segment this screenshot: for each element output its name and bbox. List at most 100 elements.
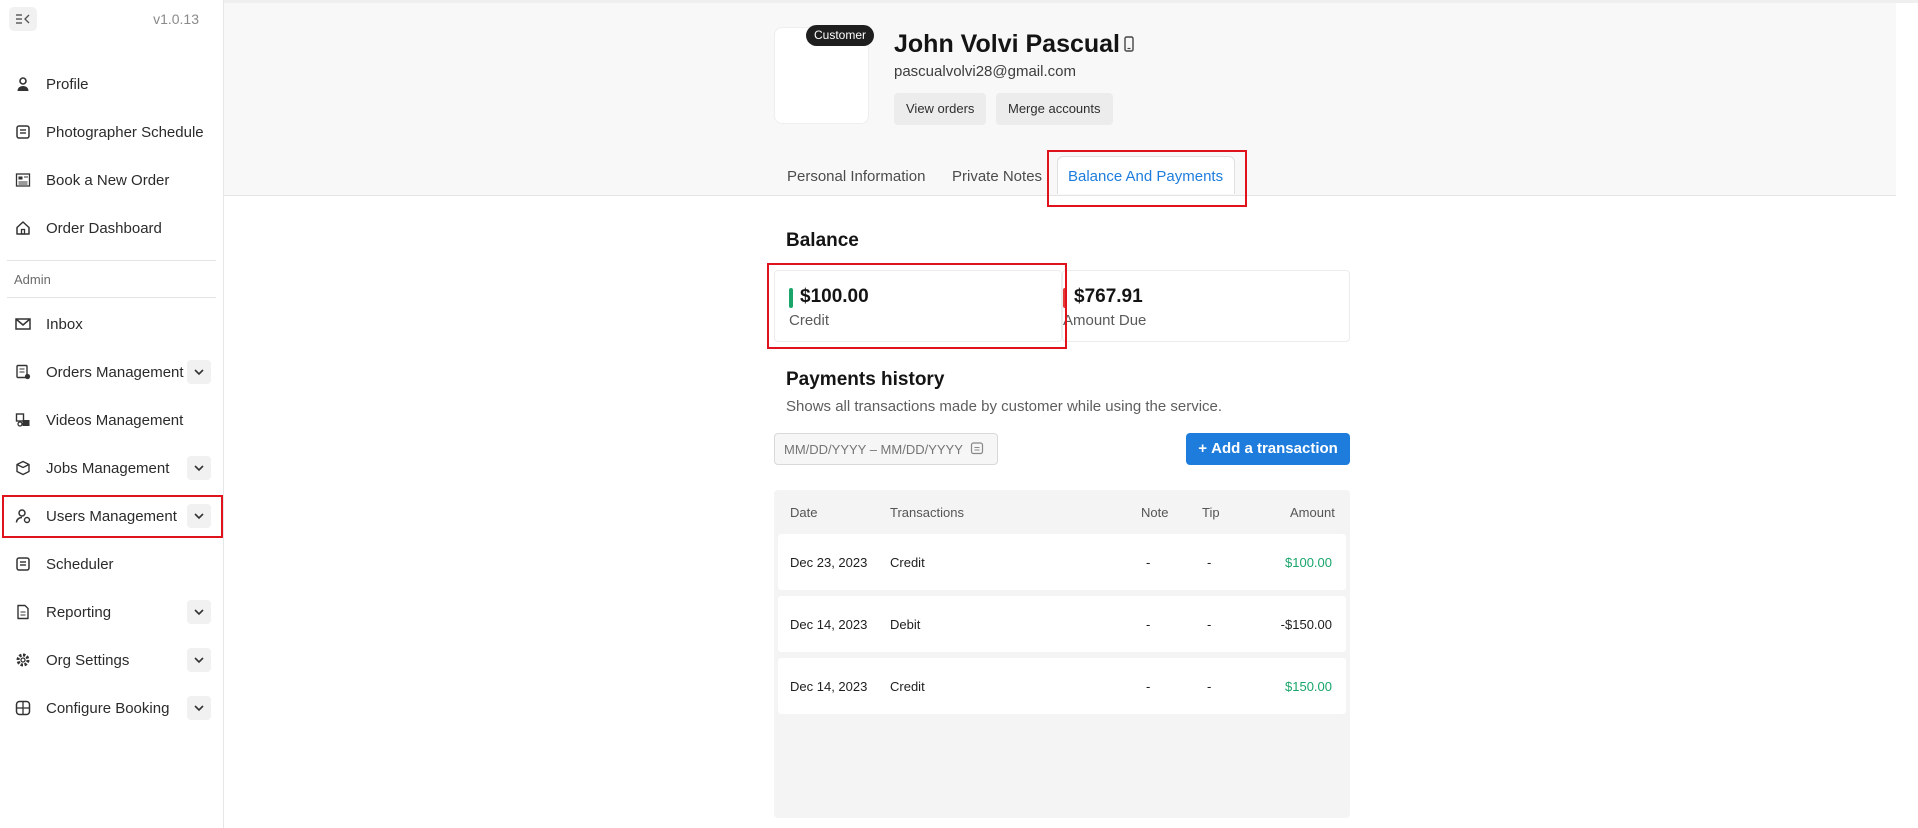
sidebar-divider — [7, 297, 216, 298]
merge-accounts-button[interactable]: Merge accounts — [996, 93, 1113, 125]
sidebar-item-label: Jobs Management — [46, 459, 170, 477]
sidebar-nav-top: Profile Photographer Schedule Book a New… — [0, 60, 223, 252]
grid-icon — [14, 699, 32, 717]
calendar-list-icon — [14, 123, 32, 141]
row-tip: - — [1207, 555, 1212, 570]
mobile-phone-icon — [1124, 36, 1134, 57]
row-amount: -$150.00 — [1280, 617, 1332, 632]
column-header-note: Note — [1141, 505, 1169, 520]
sidebar-nav-admin: Inbox Orders Management Videos Managemen… — [0, 300, 223, 732]
balance-heading: Balance — [786, 230, 859, 251]
video-icon — [14, 411, 32, 429]
top-edge — [224, 0, 1918, 3]
order-form-icon — [14, 171, 32, 189]
sidebar-item-label: Orders Management — [46, 363, 184, 381]
main-content: Customer John Volvi Pascual pascualvolvi… — [224, 0, 1918, 828]
customer-name: John Volvi Pascual — [894, 30, 1121, 58]
sidebar-item-label: Book a New Order — [46, 171, 170, 189]
payments-history-subtitle: Shows all transactions made by customer … — [786, 398, 1223, 415]
row-note: - — [1146, 555, 1151, 570]
column-header-tip: Tip — [1202, 505, 1220, 520]
report-icon — [14, 603, 32, 621]
chevron-down-icon[interactable] — [187, 648, 211, 672]
sidebar-item-label: Inbox — [46, 315, 83, 333]
column-header-transactions: Transactions — [890, 505, 964, 520]
app-version: v1.0.13 — [153, 11, 199, 27]
orders-icon — [14, 363, 32, 381]
balance-tab-highlight — [1047, 150, 1247, 207]
table-row[interactable]: Dec 14, 2023 Debit - - -$150.00 — [778, 596, 1346, 652]
chevron-down-icon[interactable] — [187, 600, 211, 624]
sidebar-item-inbox[interactable]: Inbox — [0, 300, 223, 348]
credit-highlight — [767, 263, 1067, 349]
date-range-input[interactable] — [774, 433, 998, 465]
sidebar-item-label: Order Dashboard — [46, 219, 162, 237]
amount-due-value: $767.91 — [1074, 286, 1143, 307]
add-transaction-label: Add a transaction — [1211, 440, 1338, 457]
row-tip: - — [1207, 617, 1212, 632]
row-date: Dec 14, 2023 — [790, 679, 868, 694]
gear-icon — [14, 651, 32, 669]
row-note: - — [1146, 679, 1151, 694]
collapse-icon — [16, 14, 30, 24]
sidebar-item-videos-management[interactable]: Videos Management — [0, 396, 223, 444]
row-transaction-type: Credit — [890, 679, 925, 694]
sidebar-item-label: Org Settings — [46, 651, 130, 669]
transactions-table: Date Transactions Note Tip Amount Dec 23… — [774, 490, 1350, 818]
sidebar-item-scheduler[interactable]: Scheduler — [0, 540, 223, 588]
customer-email: pascualvolvi28@gmail.com — [894, 63, 1076, 80]
row-transaction-type: Credit — [890, 555, 925, 570]
sidebar-header: v1.0.13 — [0, 0, 223, 38]
row-amount: $100.00 — [1285, 555, 1332, 570]
sidebar-item-orders-management[interactable]: Orders Management — [0, 348, 223, 396]
sidebar-section-admin: Admin — [14, 271, 51, 287]
column-header-amount: Amount — [1290, 505, 1335, 520]
customer-badge: Customer — [806, 25, 875, 46]
chevron-down-icon[interactable] — [187, 456, 211, 480]
sidebar-item-label: Scheduler — [46, 555, 114, 573]
sidebar-item-label: Reporting — [46, 603, 112, 621]
row-date: Dec 14, 2023 — [790, 617, 868, 632]
sidebar: v1.0.13 Profile Photographer Schedule Bo… — [0, 0, 224, 828]
table-row[interactable]: Dec 14, 2023 Credit - - $150.00 — [778, 658, 1346, 714]
scheduler-icon — [14, 555, 32, 573]
sidebar-item-profile[interactable]: Profile — [0, 60, 223, 108]
row-transaction-type: Debit — [890, 617, 921, 632]
home-icon — [14, 219, 32, 237]
row-tip: - — [1207, 679, 1212, 694]
box-icon — [14, 459, 32, 477]
view-orders-button[interactable]: View orders — [894, 93, 987, 125]
row-amount: $150.00 — [1285, 679, 1332, 694]
amount-due-card: $767.91 Amount Due — [1062, 270, 1350, 342]
table-row[interactable]: Dec 23, 2023 Credit - - $100.00 — [778, 534, 1346, 590]
collapse-sidebar-button[interactable] — [9, 7, 37, 31]
sidebar-item-label: Photographer Schedule — [46, 123, 204, 141]
sidebar-item-reporting[interactable]: Reporting — [0, 588, 223, 636]
sidebar-item-users-management[interactable]: Users Management — [0, 492, 223, 540]
row-date: Dec 23, 2023 — [790, 555, 868, 570]
calendar-icon[interactable] — [970, 441, 984, 460]
payments-history-heading: Payments history — [786, 369, 945, 390]
plus-icon: + — [1198, 440, 1207, 457]
sidebar-item-label: Users Management — [46, 507, 177, 525]
tab-personal-information[interactable]: Personal Information — [787, 168, 925, 185]
chevron-down-icon[interactable] — [187, 696, 211, 720]
amount-due-label: Amount Due — [1063, 312, 1147, 329]
row-note: - — [1146, 617, 1151, 632]
mail-icon — [14, 315, 32, 333]
sidebar-item-book-new-order[interactable]: Book a New Order — [0, 156, 223, 204]
sidebar-item-label: Configure Booking — [46, 699, 170, 717]
chevron-down-icon[interactable] — [187, 504, 211, 528]
person-icon — [14, 75, 32, 93]
sidebar-item-org-settings[interactable]: Org Settings — [0, 636, 223, 684]
column-header-date: Date — [790, 505, 818, 520]
chevron-down-icon[interactable] — [187, 360, 211, 384]
sidebar-item-jobs-management[interactable]: Jobs Management — [0, 444, 223, 492]
sidebar-item-photographer-schedule[interactable]: Photographer Schedule — [0, 108, 223, 156]
sidebar-item-order-dashboard[interactable]: Order Dashboard — [0, 204, 223, 252]
users-icon — [14, 507, 32, 525]
add-transaction-button[interactable]: + Add a transaction — [1186, 433, 1350, 465]
sidebar-item-configure-booking[interactable]: Configure Booking — [0, 684, 223, 732]
sidebar-item-label: Profile — [46, 75, 89, 93]
tab-private-notes[interactable]: Private Notes — [952, 168, 1042, 185]
